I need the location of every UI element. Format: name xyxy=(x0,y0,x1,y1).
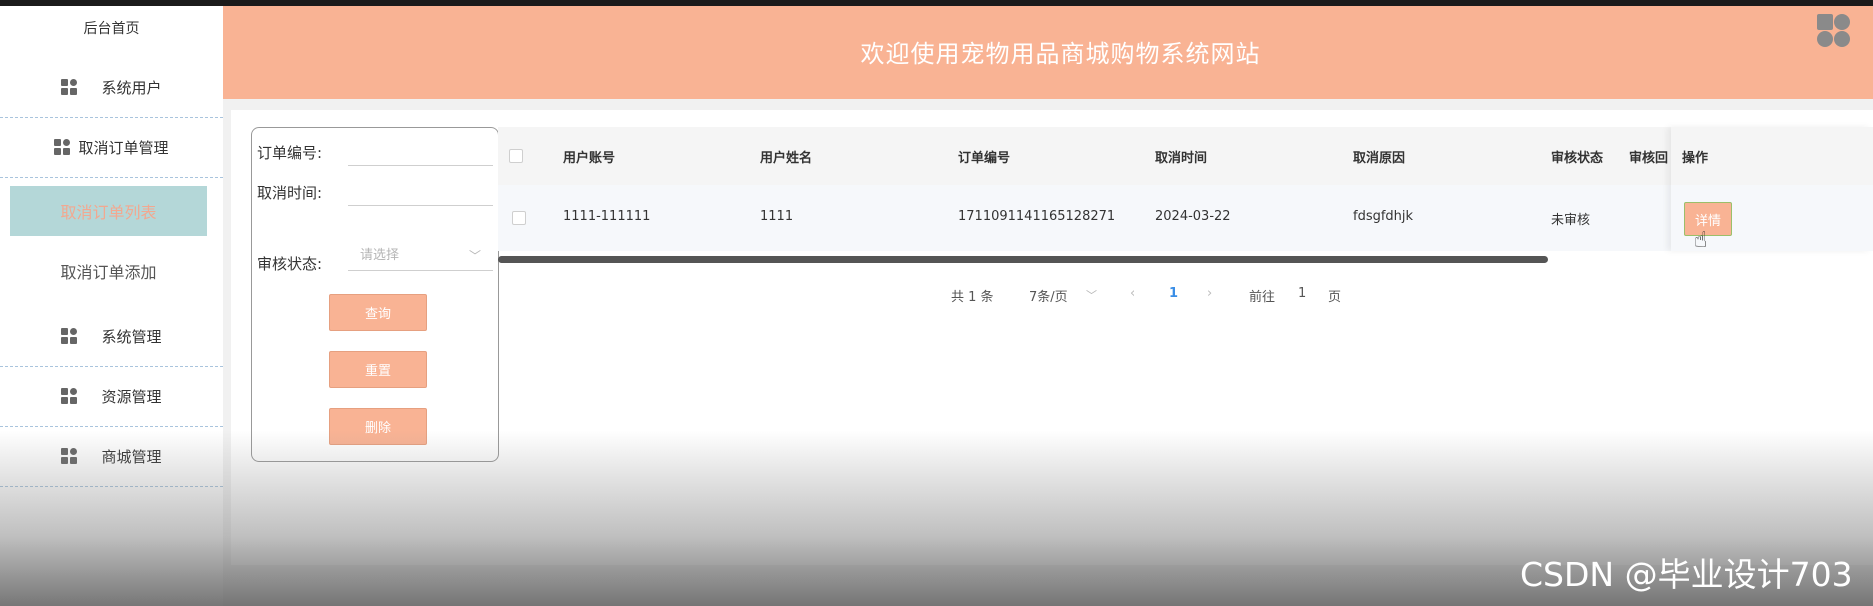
cell-status: 未审核 xyxy=(1551,213,1591,228)
audit-status-label: 审核状态: xyxy=(257,255,323,273)
sidebar-item-system-users[interactable]: 系统用户 xyxy=(0,58,223,118)
sidebar-item-label: 资源管理 xyxy=(101,388,162,406)
next-page-button[interactable]: › xyxy=(1207,286,1212,301)
sidebar-item-label: 取消订单管理 xyxy=(78,139,169,157)
query-button[interactable]: 查询 xyxy=(329,294,427,331)
sidebar-item-system-mgmt[interactable]: 系统管理 xyxy=(0,307,223,367)
goto-label: 前往 xyxy=(1249,290,1276,305)
page-size-select[interactable]: 7条/页 xyxy=(1029,286,1068,305)
sidebar-item-label: 系统用户 xyxy=(101,79,162,97)
sidebar: 后台首页 系统用户 取消订单管理 取消订单列表 取消订单添加 系统管理 资源管理… xyxy=(0,6,224,606)
audit-status-placeholder: 请选择 xyxy=(360,248,400,263)
sidebar-subitem-cancel-order-add[interactable]: 取消订单添加 xyxy=(10,246,207,296)
sidebar-item-resource-mgmt[interactable]: 资源管理 xyxy=(0,367,223,427)
pagination-total: 共 1 条 xyxy=(951,290,994,305)
goto-page-input[interactable]: 1 xyxy=(1298,286,1306,301)
row-checkbox[interactable] xyxy=(512,211,526,225)
current-page-number[interactable]: 1 xyxy=(1169,286,1178,301)
cancel-time-input[interactable] xyxy=(348,176,493,206)
column-header-order-no: 订单编号 xyxy=(958,151,1011,166)
delete-button[interactable]: 删除 xyxy=(329,408,427,445)
hand-cursor-icon: ☝ xyxy=(1694,228,1708,253)
sidebar-home-link[interactable]: 后台首页 xyxy=(0,18,223,38)
column-header-status: 审核状态 xyxy=(1551,151,1604,166)
sidebar-item-cancel-order-mgmt[interactable]: 取消订单管理 xyxy=(0,118,223,178)
sidebar-item-label: 商城管理 xyxy=(101,448,162,466)
sidebar-subitem-cancel-order-list[interactable]: 取消订单列表 xyxy=(10,186,207,236)
grid-icon xyxy=(61,78,79,97)
cell-order-no: 1711091141165128271 xyxy=(958,209,1116,224)
order-no-label: 订单编号: xyxy=(257,144,323,162)
column-header-account: 用户账号 xyxy=(563,151,616,166)
column-header-cancel-time: 取消时间 xyxy=(1155,151,1208,166)
column-header-reason: 取消原因 xyxy=(1353,151,1406,166)
chevron-down-icon: ﹀ xyxy=(468,249,481,263)
order-table: 用户账号 用户姓名 订单编号 取消时间 取消原因 审核状态 审核回 操作 111… xyxy=(498,127,1873,257)
reset-button[interactable]: 重置 xyxy=(329,351,427,388)
sidebar-item-mall-mgmt[interactable]: 商城管理 xyxy=(0,427,223,487)
header-banner: 欢迎使用宠物用品商城购物系统网站 xyxy=(223,6,1873,99)
table-row: 1111-111111 1111 1711091141165128271 202… xyxy=(498,185,1873,251)
sidebar-item-label: 系统管理 xyxy=(101,328,162,346)
search-panel: 订单编号: 取消时间: 审核状态: 请选择 ﹀ 查询 重置 删除 xyxy=(251,127,499,462)
grid-icon xyxy=(61,327,79,346)
page-title: 欢迎使用宠物用品商城购物系统网站 xyxy=(860,40,1261,68)
cell-cancel-time: 2024-03-22 xyxy=(1155,209,1231,224)
column-header-audit-reply: 审核回 xyxy=(1629,151,1669,166)
grid-icon xyxy=(54,138,72,157)
audit-status-select[interactable]: 请选择 ﹀ xyxy=(348,241,493,271)
column-header-name: 用户姓名 xyxy=(760,151,813,166)
chevron-down-icon: ﹀ xyxy=(1086,289,1097,302)
table-horizontal-scrollbar[interactable] xyxy=(498,256,1548,263)
order-no-input[interactable] xyxy=(348,136,493,166)
prev-page-button[interactable]: ‹ xyxy=(1130,286,1135,301)
select-all-checkbox[interactable] xyxy=(509,149,523,163)
cell-reason: fdsgfdhjk xyxy=(1353,209,1414,224)
page-unit-label: 页 xyxy=(1328,290,1342,305)
cell-name: 1111 xyxy=(760,209,794,224)
table-header: 用户账号 用户姓名 订单编号 取消时间 取消原因 审核状态 审核回 操作 xyxy=(498,127,1873,186)
cancel-time-label: 取消时间: xyxy=(257,184,323,202)
detail-button[interactable]: 详情 xyxy=(1684,202,1732,236)
app-grid-icon[interactable] xyxy=(1817,14,1851,48)
grid-icon xyxy=(61,387,79,406)
csdn-watermark: CSDN @毕业设计703 xyxy=(1520,555,1853,594)
cell-account: 1111-111111 xyxy=(563,209,651,224)
grid-icon xyxy=(61,447,79,466)
